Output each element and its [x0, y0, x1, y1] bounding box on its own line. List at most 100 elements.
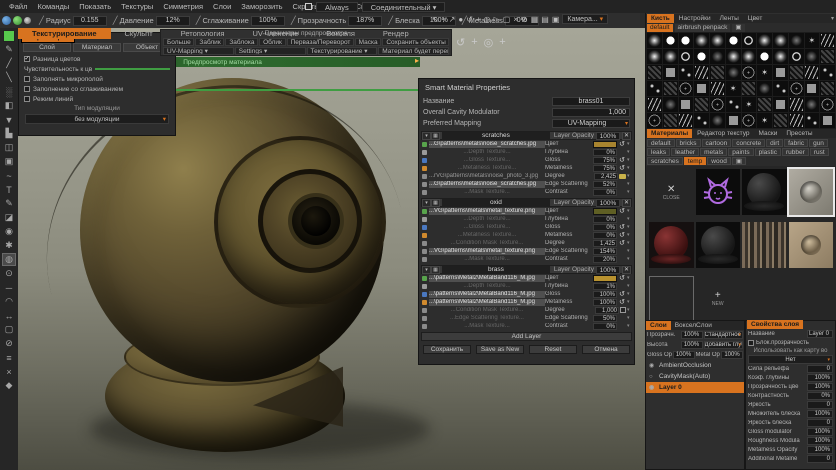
collapse-button[interactable]: ▾: [422, 266, 431, 274]
zoom-icon[interactable]: ◎: [484, 15, 491, 24]
transform-tool-icon[interactable]: ↔: [2, 309, 16, 322]
param-row-gloss[interactable]: Gloss100%↺▾: [545, 290, 632, 298]
layer-opacity-value[interactable]: 100%: [596, 199, 620, 207]
gear-tool-icon[interactable]: ✱: [2, 239, 16, 252]
brush-thumbnail-r3c8[interactable]: [773, 81, 788, 96]
brush-thumbnail-r5c9[interactable]: [789, 113, 804, 128]
menu-item-текстуры[interactable]: Текстуры: [116, 2, 158, 11]
brush-thumbnail-r0c4[interactable]: [710, 33, 725, 48]
prop-value[interactable]: 100%: [807, 428, 833, 436]
mini-arrow-icon[interactable]: ▾: [627, 189, 632, 195]
brush-thumbnail-r2c10[interactable]: [805, 65, 820, 80]
brush-thumbnail-r5c7[interactable]: ✶: [757, 113, 772, 128]
material-thumb-metal-plate[interactable]: [789, 169, 834, 215]
close-view-icon[interactable]: ×: [513, 15, 518, 24]
prop-value[interactable]: 100%: [807, 446, 833, 454]
param-value[interactable]: 75%: [593, 165, 617, 172]
marker-tool-icon[interactable]: ╲: [2, 71, 16, 84]
brush-thumbnail-r3c9[interactable]: [789, 81, 804, 96]
material-thumb-brass-plate[interactable]: [789, 222, 834, 268]
brush-thumbnail-r0c6[interactable]: [742, 33, 757, 48]
brush-tabs-arrow-icon[interactable]: ▾: [831, 15, 836, 22]
param-slider-row[interactable]: Чувствительность к цв: [19, 64, 175, 74]
gloss-opacity-value[interactable]: 100%: [673, 351, 695, 359]
mini-arrow-icon[interactable]: ▾: [627, 323, 632, 329]
brush-folder-icon[interactable]: ▣: [732, 24, 744, 32]
material-thumb-close[interactable]: ✕CLOSE: [649, 169, 694, 215]
brush-thumbnail-r5c6[interactable]: [742, 113, 757, 128]
brush-thumbnail-r2c11[interactable]: [820, 65, 835, 80]
brush-thumbnail-r4c10[interactable]: [805, 97, 820, 112]
brush-thumbnail-r0c10[interactable]: ✶: [805, 33, 820, 48]
layer-item-layer-0[interactable]: ◉Layer 0: [646, 382, 744, 393]
material-category-dirt[interactable]: dirt: [766, 139, 783, 147]
brush-thumbnail-r3c7[interactable]: [757, 81, 772, 96]
material-category-scratches[interactable]: scratches: [647, 157, 683, 165]
brush-thumbnail-r3c0[interactable]: [647, 81, 662, 96]
brush-group-default[interactable]: default: [647, 24, 673, 32]
mini-arrow-icon[interactable]: ▾: [627, 240, 632, 246]
preferred-mapping-dropdown[interactable]: UV-Mapping ▾: [552, 119, 630, 128]
stamp-tool-icon[interactable]: ▙: [2, 127, 16, 140]
checkbox-icon[interactable]: ✓: [24, 56, 30, 62]
grid-button[interactable]: ▦: [431, 132, 440, 140]
texture-row[interactable]: ...Metalness Texture...: [421, 231, 545, 239]
preview-option-маска[interactable]: Маска: [355, 38, 382, 46]
brush-thumbnail-r0c3[interactable]: [694, 33, 709, 48]
color-swatch[interactable]: [593, 208, 617, 215]
always-dropdown[interactable]: Always: [316, 2, 358, 12]
preview-option-перваза-переворот[interactable]: Перваза/Переворот: [287, 38, 354, 46]
grid-icon[interactable]: ▦: [531, 15, 539, 24]
material-thumb-cat[interactable]: [696, 169, 741, 215]
checkbox-icon[interactable]: [620, 307, 626, 313]
layer-name[interactable]: oxid: [442, 199, 550, 207]
checkbox-icon[interactable]: [24, 96, 30, 102]
param-row-цвет[interactable]: Цвет↺▾: [545, 140, 632, 148]
checker-icon[interactable]: [305, 3, 312, 10]
material-name-input[interactable]: brass01: [552, 97, 630, 106]
room-tab-ретопология[interactable]: Ретопология: [167, 28, 239, 39]
brush-thumbnail-r5c4[interactable]: [710, 113, 725, 128]
spray-tool-icon[interactable]: ░: [2, 85, 16, 98]
grid-button[interactable]: ▦: [431, 266, 440, 274]
layer-prop-коэф-глубины[interactable]: Коэф. глубины100%: [746, 373, 835, 382]
texture-row[interactable]: ...VG\patterns\metals\metal_texture.png: [421, 207, 545, 215]
param-row-edge-scattering[interactable]: Edge Scattering52%▾: [545, 180, 632, 188]
mini-arrow-icon[interactable]: ▾: [627, 256, 632, 262]
preview-option-заблока[interactable]: Заблока: [225, 38, 258, 46]
params-tab-слой[interactable]: Слой: [23, 43, 71, 52]
param-value[interactable]: 100%: [593, 299, 617, 306]
mode-dropdown[interactable]: Соединительный ▾: [362, 2, 446, 12]
texture-row[interactable]: ...Gloss Texture...: [421, 156, 545, 164]
material-thumb-black-sphere[interactable]: [696, 222, 741, 268]
materials-tab-редактор-текстур[interactable]: Редактор текстур: [693, 129, 753, 138]
add-layer-button[interactable]: Add Layer: [421, 332, 632, 341]
menu-item-команды[interactable]: Команды: [32, 2, 74, 11]
eye-tool-icon[interactable]: ◉: [2, 225, 16, 238]
brush-thumbnail-r1c11[interactable]: [820, 49, 835, 64]
curve-tool-icon[interactable]: ~: [2, 169, 16, 182]
brush-tab-цвет[interactable]: Цвет: [744, 14, 767, 23]
brush-thumbnail-r5c10[interactable]: [805, 113, 820, 128]
folder-icon[interactable]: [619, 174, 626, 179]
room-tab-скульпт[interactable]: Скульпт: [111, 28, 167, 39]
mini-arrow-icon[interactable]: ▾: [627, 315, 632, 321]
brush-thumbnail-r2c8[interactable]: [773, 65, 788, 80]
line-tool-icon[interactable]: ─: [2, 281, 16, 294]
texture-row[interactable]: ...Mask Texture...: [421, 188, 545, 196]
param-row-metalness[interactable]: Metalness0%↺▾: [545, 231, 632, 239]
material-thumb-empty[interactable]: [649, 276, 694, 322]
param-value[interactable]: 0%: [593, 149, 617, 156]
texture-row[interactable]: ...G\patterns\metals\noise_scratches.jpg: [421, 140, 545, 148]
brush-thumbnail-r5c1[interactable]: [663, 113, 678, 128]
param-value[interactable]: 20%: [593, 256, 617, 263]
layer-name-input[interactable]: Layer 0: [807, 330, 833, 338]
layer-prop-metalness-opacity[interactable]: Metalness Opacity100%: [746, 445, 835, 454]
brush-thumbnail-r4c11[interactable]: [820, 97, 835, 112]
play-icon[interactable]: ▷: [494, 15, 500, 24]
picker-tool-icon[interactable]: ⊙: [2, 267, 16, 280]
brush-thumbnail-r2c6[interactable]: [742, 65, 757, 80]
param-value[interactable]: 0%: [593, 224, 617, 231]
material-category-default[interactable]: default: [647, 139, 675, 147]
brush-thumbnail-r2c3[interactable]: [694, 65, 709, 80]
